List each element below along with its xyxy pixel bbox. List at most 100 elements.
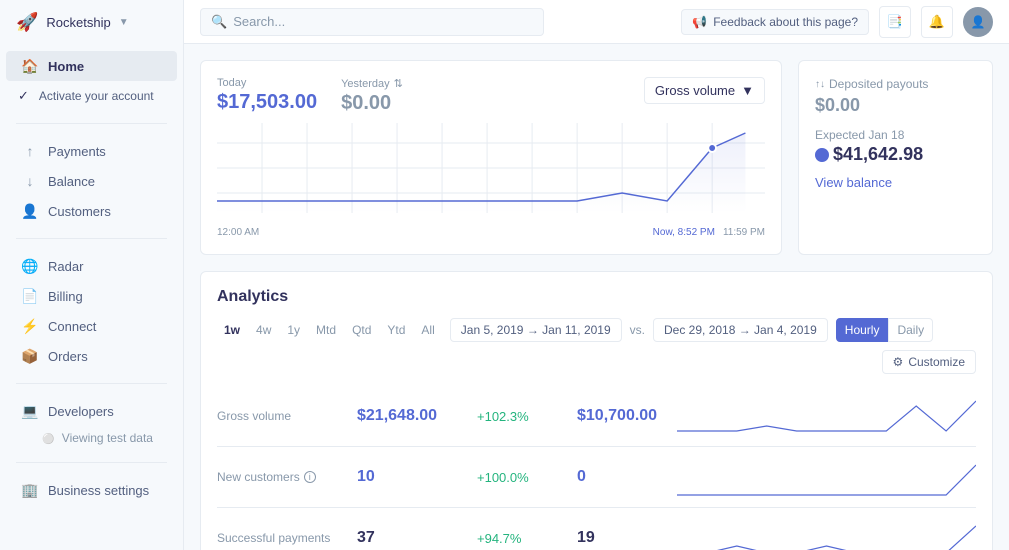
feedback-label: Feedback about this page? [713,15,858,29]
topbar: 🔍 📢 Feedback about this page? 📑 🔔 👤 [184,0,1009,44]
period-tab-1w[interactable]: 1w [217,320,247,340]
period-tab-1y[interactable]: 1y [280,320,307,340]
yesterday-amount: $0.00 [341,92,403,115]
period-tab-ytd[interactable]: Ytd [380,320,412,340]
sidebar-orders-label: Orders [48,349,88,364]
sidebar-item-home[interactable]: 🏠 Home [6,51,177,81]
successful-payments-label: Successful payments [217,531,357,545]
compare-date-range-button[interactable]: Dec 29, 2018 → Jan 4, 2019 [653,318,828,342]
sidebar-radar-label: Radar [48,259,83,274]
sidebar-item-billing[interactable]: 📄 Billing [6,281,177,311]
avatar-icon: 👤 [971,15,986,29]
sidebar-payments-label: Payments [48,144,106,159]
sidebar-viewing-test-label: Viewing test data [62,431,153,445]
successful-payments-label-group: Successful payments [217,531,357,545]
chart-values: Today $17,503.00 Yesterday ⇅ $0.00 [217,77,403,115]
sidebar-item-business[interactable]: 🏢 Business settings [6,475,177,505]
feedback-icon: 📢 [692,15,707,29]
sidebar-item-balance[interactable]: ↓ Balance [6,166,177,196]
customize-button[interactable]: ⚙ Customize [882,350,976,374]
gross-volume-compare: $10,700.00 [577,407,677,425]
topbar-actions: 📢 Feedback about this page? 📑 🔔 👤 [681,6,993,38]
sidebar-item-connect[interactable]: ⚡ Connect [6,311,177,341]
daily-tab[interactable]: Daily [888,318,933,342]
period-tab-mtd[interactable]: Mtd [309,320,343,340]
chart-metric-dropdown[interactable]: Gross volume ▼ [644,77,765,104]
new-customers-info-icon[interactable]: i [304,471,316,483]
expected-amount-value: $41,642.98 [833,144,923,165]
new-customers-label-group: New customers i [217,470,357,484]
expected-amount: $41,642.98 [815,144,976,165]
orders-icon: 📦 [22,348,38,364]
sidebar-item-payments[interactable]: ↑ Payments [6,136,177,166]
user-avatar[interactable]: 👤 [963,7,993,37]
analytics-controls-row: 1w 4w 1y Mtd Qtd Ytd All Jan 5, 2019 → J… [217,318,976,374]
analytics-row-gross-volume: Gross volume $21,648.00 +102.3% $10,700.… [217,386,976,447]
new-customers-compare: 0 [577,468,677,486]
yesterday-swap-icon[interactable]: ⇅ [394,77,403,90]
yesterday-label: Yesterday ⇅ [341,77,403,90]
new-customers-change: +100.0% [477,470,577,485]
search-box[interactable]: 🔍 [200,8,544,36]
time-end: 11:59 PM [723,227,765,238]
bookmarks-button[interactable]: 📑 [879,6,911,38]
gross-volume-label: Gross volume [217,409,357,423]
sidebar-item-customers[interactable]: 👤 Customers [6,196,177,226]
sidebar-item-activate[interactable]: ✓ Activate your account [6,81,177,111]
sidebar: 🚀 Rocketship ▼ 🏠 Home ✓ Activate your ac… [0,0,184,550]
sidebar-business-label: Business settings [48,483,149,498]
brand-name: Rocketship [46,15,110,30]
main-chart-svg [217,123,765,213]
hourly-tab[interactable]: Hourly [836,318,889,342]
view-balance-link[interactable]: View balance [815,175,892,190]
yesterday-value-group: Yesterday ⇅ $0.00 [341,77,403,115]
today-label: Today [217,77,317,89]
radar-icon: 🌐 [22,258,38,274]
billing-icon: 📄 [22,288,38,304]
chart-time-labels: 12:00 AM Now, 8:52 PM 11:59 PM [217,227,765,238]
hourly-daily-toggle: Hourly Daily [836,318,933,342]
feedback-button[interactable]: 📢 Feedback about this page? [681,9,869,35]
sidebar-divider-3 [16,383,167,384]
brand-icon: 🚀 [16,12,38,33]
deposited-amount: $0.00 [815,95,976,116]
analytics-rows: Gross volume $21,648.00 +102.3% $10,700.… [217,386,976,550]
sidebar-item-developers[interactable]: 💻 Developers [6,396,177,426]
new-customers-label: New customers i [217,470,357,484]
business-icon: 🏢 [22,482,38,498]
period-tab-qtd[interactable]: Qtd [345,320,378,340]
search-input[interactable] [233,14,533,29]
sidebar-connect-label: Connect [48,319,96,334]
gross-volume-value: $21,648.00 [357,407,477,425]
notifications-button[interactable]: 🔔 [921,6,953,38]
content-area: Today $17,503.00 Yesterday ⇅ $0.00 Gr [184,44,1009,550]
sidebar-divider-4 [16,462,167,463]
brand-chevron: ▼ [119,17,129,28]
current-date-range-button[interactable]: Jan 5, 2019 → Jan 11, 2019 [450,318,622,342]
bell-icon: 🔔 [929,14,945,30]
sidebar-item-orders[interactable]: 📦 Orders [6,341,177,371]
chart-area [217,123,765,223]
today-value-group: Today $17,503.00 [217,77,317,114]
sidebar-item-radar[interactable]: 🌐 Radar [6,251,177,281]
successful-payments-chart [677,518,976,550]
gear-icon: ⚙ [893,355,904,369]
analytics-card: Analytics 1w 4w 1y Mtd Qtd Ytd All Jan 5… [200,271,993,550]
analytics-header: Analytics [217,288,976,306]
sidebar-customers-label: Customers [48,204,111,219]
expected-label: Expected Jan 18 [815,128,976,142]
period-tabs: 1w 4w 1y Mtd Qtd Ytd All [217,320,442,340]
gross-volume-change: +102.3% [477,409,577,424]
charts-row: Today $17,503.00 Yesterday ⇅ $0.00 Gr [200,60,993,255]
period-tab-all[interactable]: All [414,320,441,340]
balance-icon: ↓ [22,173,38,189]
expected-circle-icon [815,148,829,162]
customize-label: Customize [908,355,965,369]
bookmarks-icon: 📑 [887,14,903,30]
sidebar-item-viewing-test[interactable]: ⚪ Viewing test data [0,426,183,450]
brand-logo[interactable]: 🚀 Rocketship ▼ [0,0,183,45]
period-tab-4w[interactable]: 4w [249,320,278,340]
successful-payments-change: +94.7% [477,531,577,546]
new-customers-value: 10 [357,468,477,486]
gross-volume-label-group: Gross volume [217,409,357,423]
